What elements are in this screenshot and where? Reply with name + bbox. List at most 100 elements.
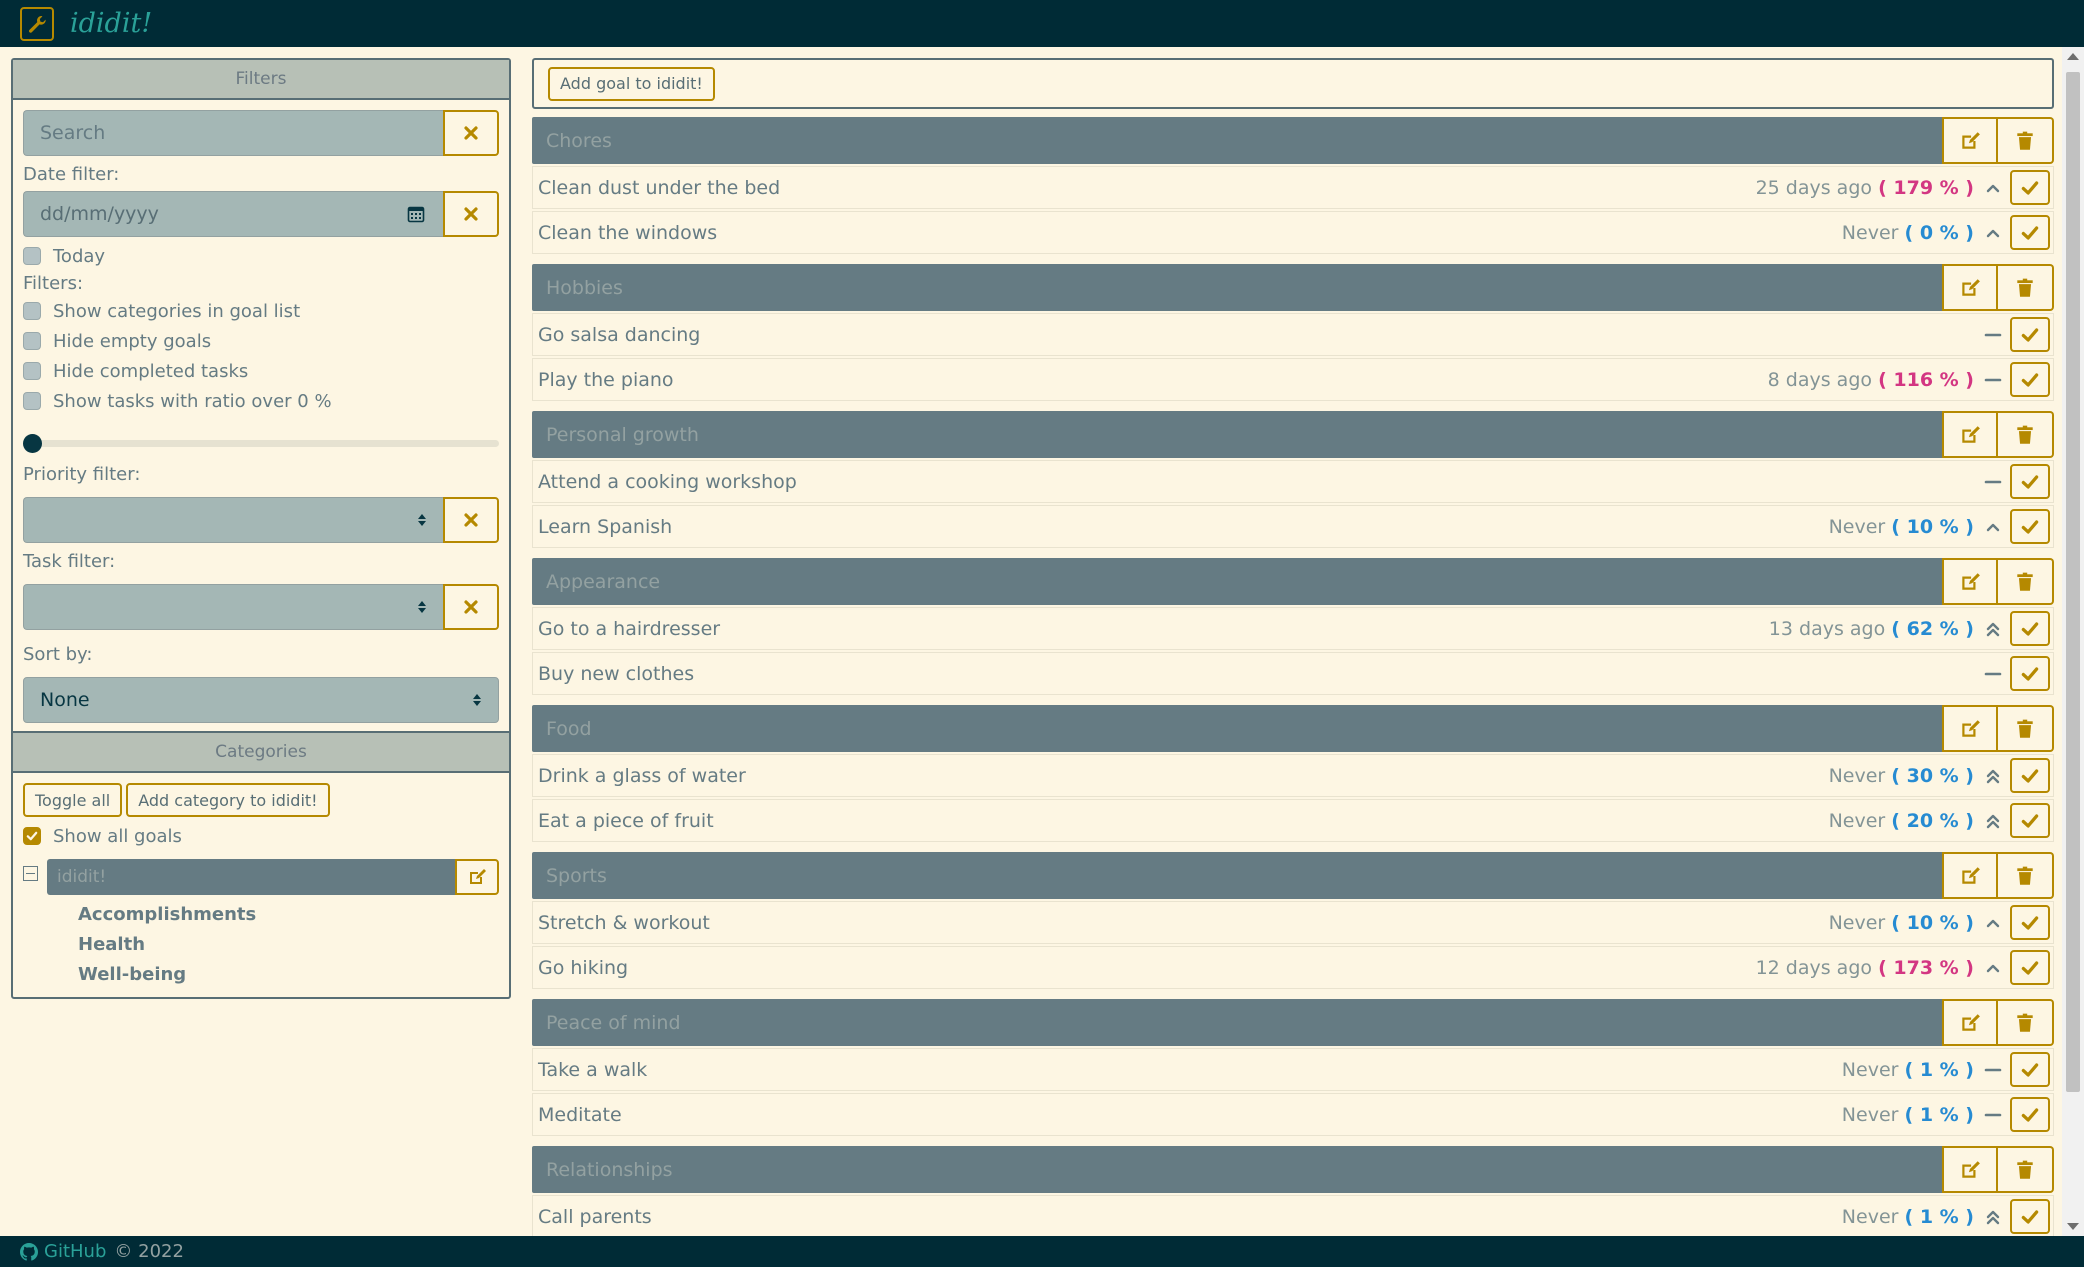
goal-name[interactable]: Go salsa dancing xyxy=(533,324,1980,346)
filter-option[interactable]: Hide completed tasks xyxy=(23,356,499,386)
slider-handle[interactable] xyxy=(23,434,42,453)
goal-name[interactable]: Go to a hairdresser xyxy=(533,618,1769,640)
goal-row[interactable]: Play the piano 8 days ago ( 116 % ) xyxy=(532,358,2054,401)
goal-row[interactable]: Drink a glass of water Never ( 30 % ) xyxy=(532,754,2054,797)
delete-category-button[interactable] xyxy=(1998,705,2054,752)
filter-checkbox[interactable] xyxy=(23,362,41,380)
clear-search-button[interactable] xyxy=(443,110,499,156)
scroll-up-arrow[interactable] xyxy=(2067,53,2079,60)
mark-done-button[interactable] xyxy=(2010,1052,2050,1087)
edit-category-button[interactable] xyxy=(1942,852,1998,899)
filter-option[interactable]: Hide empty goals xyxy=(23,326,499,356)
delete-category-button[interactable] xyxy=(1998,411,2054,458)
category-title[interactable]: Appearance xyxy=(532,558,1942,605)
sub-category[interactable]: Accomplishments xyxy=(78,899,499,929)
mark-done-button[interactable] xyxy=(2010,950,2050,985)
goal-name[interactable]: Call parents xyxy=(533,1206,1842,1228)
mark-done-button[interactable] xyxy=(2010,464,2050,499)
clear-task-button[interactable] xyxy=(443,584,499,630)
mark-done-button[interactable] xyxy=(2010,215,2050,250)
filter-checkbox[interactable] xyxy=(23,332,41,350)
delete-category-button[interactable] xyxy=(1998,117,2054,164)
toggle-all-button[interactable]: Toggle all xyxy=(23,783,123,817)
goal-row[interactable]: Go to a hairdresser 13 days ago ( 62 % ) xyxy=(532,607,2054,650)
search-input[interactable]: Search xyxy=(23,110,443,156)
goal-name[interactable]: Play the piano xyxy=(533,369,1768,391)
ratio-slider[interactable] xyxy=(23,430,499,456)
edit-category-button[interactable] xyxy=(1942,705,1998,752)
add-goal-button[interactable]: Add goal to ididit! xyxy=(548,66,715,101)
goal-row[interactable]: Take a walk Never ( 1 % ) xyxy=(532,1048,2054,1091)
filter-option[interactable]: Show categories in goal list xyxy=(23,296,499,326)
delete-category-button[interactable] xyxy=(1998,264,2054,311)
edit-category-button[interactable] xyxy=(1942,1146,1998,1193)
mark-done-button[interactable] xyxy=(2010,611,2050,646)
task-select[interactable] xyxy=(23,584,443,630)
mark-done-button[interactable] xyxy=(2010,656,2050,691)
date-input[interactable]: dd/mm/yyyy xyxy=(23,191,443,237)
edit-category-button[interactable] xyxy=(1942,558,1998,605)
edit-category-button[interactable] xyxy=(1942,117,1998,164)
category-title[interactable]: Sports xyxy=(532,852,1942,899)
sub-category[interactable]: Well-being xyxy=(78,959,499,989)
mark-done-button[interactable] xyxy=(2010,905,2050,940)
sub-category[interactable]: Health xyxy=(78,929,499,959)
category-name-field[interactable]: ididit! xyxy=(47,859,455,895)
priority-select[interactable] xyxy=(23,497,443,543)
app-title[interactable]: ididit! xyxy=(70,8,152,39)
goal-name[interactable]: Meditate xyxy=(533,1104,1842,1126)
today-checkbox[interactable] xyxy=(23,247,41,265)
goal-row[interactable]: Call parents Never ( 1 % ) xyxy=(532,1195,2054,1238)
delete-category-button[interactable] xyxy=(1998,1146,2054,1193)
show-all-goals-checkbox[interactable] xyxy=(23,827,41,845)
category-title[interactable]: Peace of mind xyxy=(532,999,1942,1046)
category-title[interactable]: Personal growth xyxy=(532,411,1942,458)
goal-row[interactable]: Learn Spanish Never ( 10 % ) xyxy=(532,505,2054,548)
collapse-icon[interactable] xyxy=(23,865,38,881)
goal-row[interactable]: Eat a piece of fruit Never ( 20 % ) xyxy=(532,799,2054,842)
goal-name[interactable]: Clean dust under the bed xyxy=(533,177,1756,199)
goal-row[interactable]: Clean dust under the bed 25 days ago ( 1… xyxy=(532,166,2054,209)
calendar-icon[interactable] xyxy=(407,205,425,223)
filter-option[interactable]: Show tasks with ratio over 0 % xyxy=(23,386,499,416)
goal-name[interactable]: Stretch & workout xyxy=(533,912,1829,934)
mark-done-button[interactable] xyxy=(2010,170,2050,205)
mark-done-button[interactable] xyxy=(2010,758,2050,793)
scrollbar[interactable] xyxy=(2062,47,2084,1236)
category-title[interactable]: Relationships xyxy=(532,1146,1942,1193)
goal-name[interactable]: Take a walk xyxy=(533,1059,1842,1081)
goal-name[interactable]: Drink a glass of water xyxy=(533,765,1829,787)
goal-row[interactable]: Stretch & workout Never ( 10 % ) xyxy=(532,901,2054,944)
goal-name[interactable]: Go hiking xyxy=(533,957,1756,979)
mark-done-button[interactable] xyxy=(2010,1097,2050,1132)
goal-name[interactable]: Learn Spanish xyxy=(533,516,1829,538)
filter-checkbox[interactable] xyxy=(23,392,41,410)
category-title[interactable]: Food xyxy=(532,705,1942,752)
delete-category-button[interactable] xyxy=(1998,852,2054,899)
goal-row[interactable]: Go hiking 12 days ago ( 173 % ) xyxy=(532,946,2054,989)
goal-row[interactable]: Go salsa dancing xyxy=(532,313,2054,356)
goal-name[interactable]: Attend a cooking workshop xyxy=(533,471,1980,493)
category-title[interactable]: Chores xyxy=(532,117,1942,164)
filter-checkbox[interactable] xyxy=(23,302,41,320)
wrench-icon[interactable] xyxy=(20,6,54,41)
today-checkbox-row[interactable]: Today xyxy=(23,241,499,271)
mark-done-button[interactable] xyxy=(2010,362,2050,397)
delete-category-button[interactable] xyxy=(1998,999,2054,1046)
scroll-thumb[interactable] xyxy=(2066,72,2080,1092)
add-category-button[interactable]: Add category to ididit! xyxy=(126,783,330,817)
edit-category-button[interactable] xyxy=(455,859,499,895)
edit-category-button[interactable] xyxy=(1942,999,1998,1046)
mark-done-button[interactable] xyxy=(2010,317,2050,352)
goal-name[interactable]: Clean the windows xyxy=(533,222,1842,244)
scroll-down-arrow[interactable] xyxy=(2067,1223,2079,1230)
edit-category-button[interactable] xyxy=(1942,411,1998,458)
github-link[interactable]: GitHub xyxy=(20,1241,106,1262)
mark-done-button[interactable] xyxy=(2010,509,2050,544)
goal-row[interactable]: Attend a cooking workshop xyxy=(532,460,2054,503)
edit-category-button[interactable] xyxy=(1942,264,1998,311)
clear-priority-button[interactable] xyxy=(443,497,499,543)
goal-name[interactable]: Buy new clothes xyxy=(533,663,1980,685)
mark-done-button[interactable] xyxy=(2010,1199,2050,1234)
sort-select[interactable]: None xyxy=(23,677,499,723)
